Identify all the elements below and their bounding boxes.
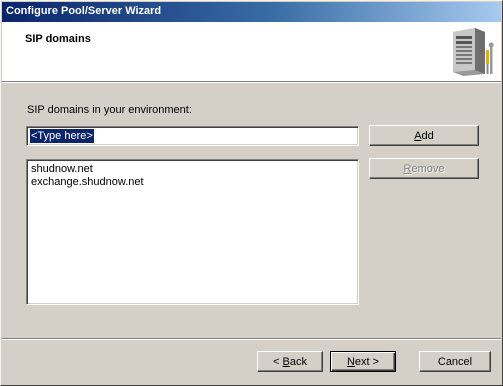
back-button-label: ack	[289, 356, 307, 368]
domains-label: SIP domains in your environment:	[27, 104, 192, 116]
back-button[interactable]: < Back	[257, 351, 323, 372]
list-item[interactable]: exchange.shudnow.net	[31, 176, 144, 189]
window-title: Configure Pool/Server Wizard	[6, 5, 162, 17]
wizard-window: Configure Pool/Server Wizard SIP domains…	[0, 0, 503, 386]
server-tools-icon	[453, 28, 494, 76]
back-button-mnemonic: B	[282, 356, 290, 368]
wizard-header: SIP domains	[2, 22, 501, 82]
add-button-mnemonic: A	[414, 130, 422, 142]
header-separator	[2, 82, 501, 83]
domain-input[interactable]: <Type here>	[26, 126, 359, 146]
page-title: SIP domains	[25, 33, 91, 45]
footer-separator-highlight	[2, 339, 501, 340]
next-button[interactable]: Next >	[330, 351, 396, 372]
domains-list[interactable]: shudnow.net exchange.shudnow.net	[26, 159, 359, 305]
cancel-button-label: Cancel	[437, 356, 473, 368]
next-button-label: ext >	[354, 356, 380, 368]
remove-button[interactable]: Remove	[369, 158, 479, 179]
back-button-prefix: <	[273, 356, 283, 368]
title-bar[interactable]: Configure Pool/Server Wizard	[2, 2, 501, 22]
cancel-button[interactable]: Cancel	[419, 351, 491, 372]
next-button-mnemonic: N	[346, 356, 355, 368]
add-button-label: dd	[421, 130, 434, 142]
add-button[interactable]: Add	[369, 125, 479, 146]
list-item[interactable]: shudnow.net	[31, 163, 93, 176]
domain-input-value: <Type here>	[30, 129, 94, 143]
remove-button-label: emove	[411, 163, 445, 175]
